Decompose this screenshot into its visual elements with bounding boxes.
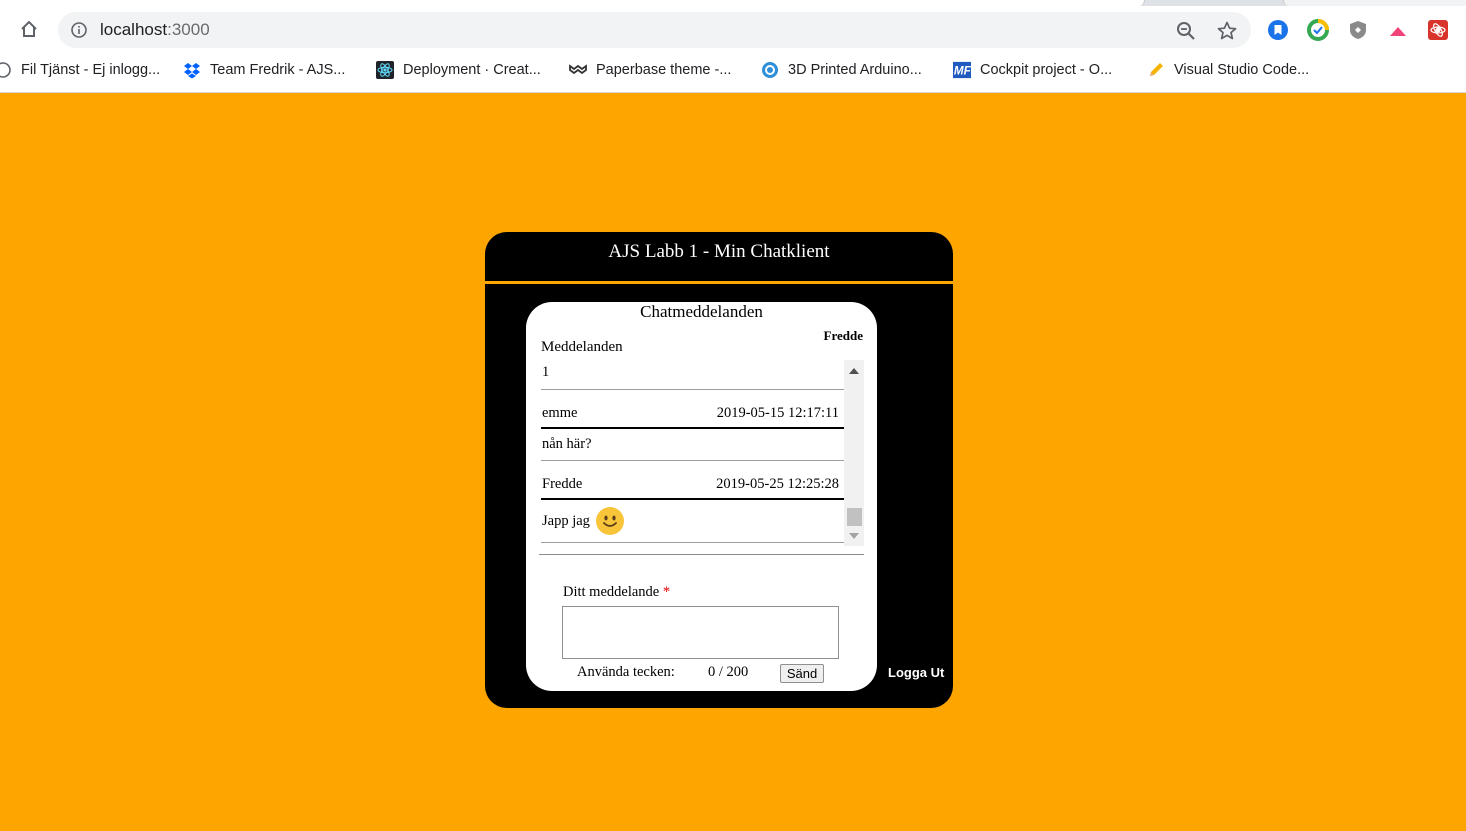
zoom-icon[interactable]	[1175, 20, 1197, 42]
pinshape-icon	[761, 61, 779, 79]
pencil-icon	[1147, 61, 1165, 79]
chat-card: Chatmeddelanden Fredde Meddelanden 1 emm…	[526, 302, 877, 691]
grammar-extension-icon[interactable]	[1307, 19, 1329, 41]
bookmark-label: Deployment · Creat...	[403, 62, 541, 78]
star-icon[interactable]	[1216, 20, 1238, 42]
material-ui-icon	[569, 61, 587, 79]
message-row: Japp jag	[541, 500, 844, 543]
home-icon	[21, 20, 37, 37]
message-list-content: 1 emme 2019-05-15 12:17:11 nån här? Fred…	[541, 360, 844, 543]
app-header: AJS Labb 1 - Min Chatklient	[485, 232, 953, 284]
bookmark-item[interactable]: Visual Studio Code...	[1147, 60, 1309, 80]
triangle-extension-icon[interactable]	[1387, 19, 1409, 41]
current-user: Fredde	[823, 328, 863, 343]
message-timestamp: 2019-05-25 12:25:28	[716, 475, 839, 492]
bookmark-item[interactable]: Paperbase theme -...	[569, 60, 731, 80]
url-port: :3000	[167, 20, 210, 39]
react-devtools-icon[interactable]	[1427, 19, 1449, 41]
message-timestamp: 2019-05-15 12:17:11	[716, 404, 839, 421]
mf-icon: MF	[953, 61, 971, 79]
bookmark-item[interactable]: Deployment · Creat...	[376, 60, 541, 80]
bookmark-label: Paperbase theme -...	[596, 62, 732, 78]
bookmark-label: Team Fredrik - AJS...	[210, 62, 346, 78]
chars-used-count: 0 / 200	[708, 664, 749, 680]
message-input-label: Ditt meddelande *	[563, 584, 670, 601]
info-icon[interactable]	[70, 21, 88, 39]
message-input-label-text: Ditt meddelande	[563, 584, 660, 600]
bookmarks-bar: Fil Tjänst - Ej inlogg... Team Fredrik -…	[0, 52, 1466, 88]
bookmark-extension-icon[interactable]	[1267, 19, 1289, 41]
bookmark-label: Fil Tjänst - Ej inlogg...	[21, 62, 161, 78]
browser-chrome: localhost:3000 Fil Tjänst - Ej inlogg...…	[0, 0, 1466, 93]
address-bar[interactable]: localhost:3000	[58, 12, 1251, 48]
bookmark-label: Visual Studio Code...	[1174, 62, 1310, 78]
dropbox-icon	[183, 61, 201, 79]
app-title: AJS Labb 1 - Min Chatklient	[608, 241, 830, 262]
chat-app: AJS Labb 1 - Min Chatklient Chatmeddelan…	[485, 232, 953, 708]
scroll-down-arrow-icon[interactable]	[849, 533, 859, 539]
logout-button[interactable]: Logga Ut	[888, 665, 944, 680]
message-author: Fredde	[542, 475, 583, 492]
message-text: Japp jag	[542, 512, 590, 529]
svg-text:MF: MF	[954, 65, 971, 78]
bookmark-label: Cockpit project - O...	[980, 62, 1113, 78]
message-author: emme	[542, 404, 578, 421]
url-host: localhost	[100, 20, 168, 39]
required-mark: *	[662, 584, 671, 600]
bookmark-item[interactable]: 3D Printed Arduino...	[761, 60, 922, 80]
bookmark-label: 3D Printed Arduino...	[788, 62, 922, 78]
chars-used-label: Använda tecken:	[577, 664, 675, 680]
message-header: Fredde 2019-05-25 12:25:28	[541, 470, 844, 500]
browser-toolbar: localhost:3000	[0, 6, 1466, 52]
globe-icon	[0, 61, 12, 79]
home-button[interactable]	[16, 16, 42, 42]
react-icon	[376, 61, 394, 79]
bookmark-item[interactable]: MF Cockpit project - O...	[953, 60, 1112, 80]
scrollbar-thumb[interactable]	[847, 508, 862, 526]
scroll-up-arrow-icon[interactable]	[849, 368, 859, 374]
bookmark-item[interactable]: Team Fredrik - AJS...	[183, 60, 345, 80]
send-button[interactable]: Sänd	[780, 664, 824, 683]
message-header: emme 2019-05-15 12:17:11	[541, 399, 844, 429]
bookmark-item[interactable]: Fil Tjänst - Ej inlogg...	[0, 60, 160, 80]
card-title: Chatmeddelanden	[640, 302, 763, 321]
url-text[interactable]: localhost:3000	[100, 20, 210, 40]
divider	[539, 554, 864, 555]
message-list[interactable]: 1 emme 2019-05-15 12:17:11 nån här? Fred…	[541, 360, 864, 546]
message-scrollbar[interactable]	[844, 360, 864, 546]
message-input[interactable]	[562, 606, 839, 659]
shield-extension-icon[interactable]	[1347, 19, 1369, 41]
message-text: nån här?	[541, 429, 844, 461]
messages-label: Meddelanden	[541, 339, 623, 355]
smiley-emoji-icon	[595, 507, 624, 535]
message-text: 1	[541, 360, 844, 390]
